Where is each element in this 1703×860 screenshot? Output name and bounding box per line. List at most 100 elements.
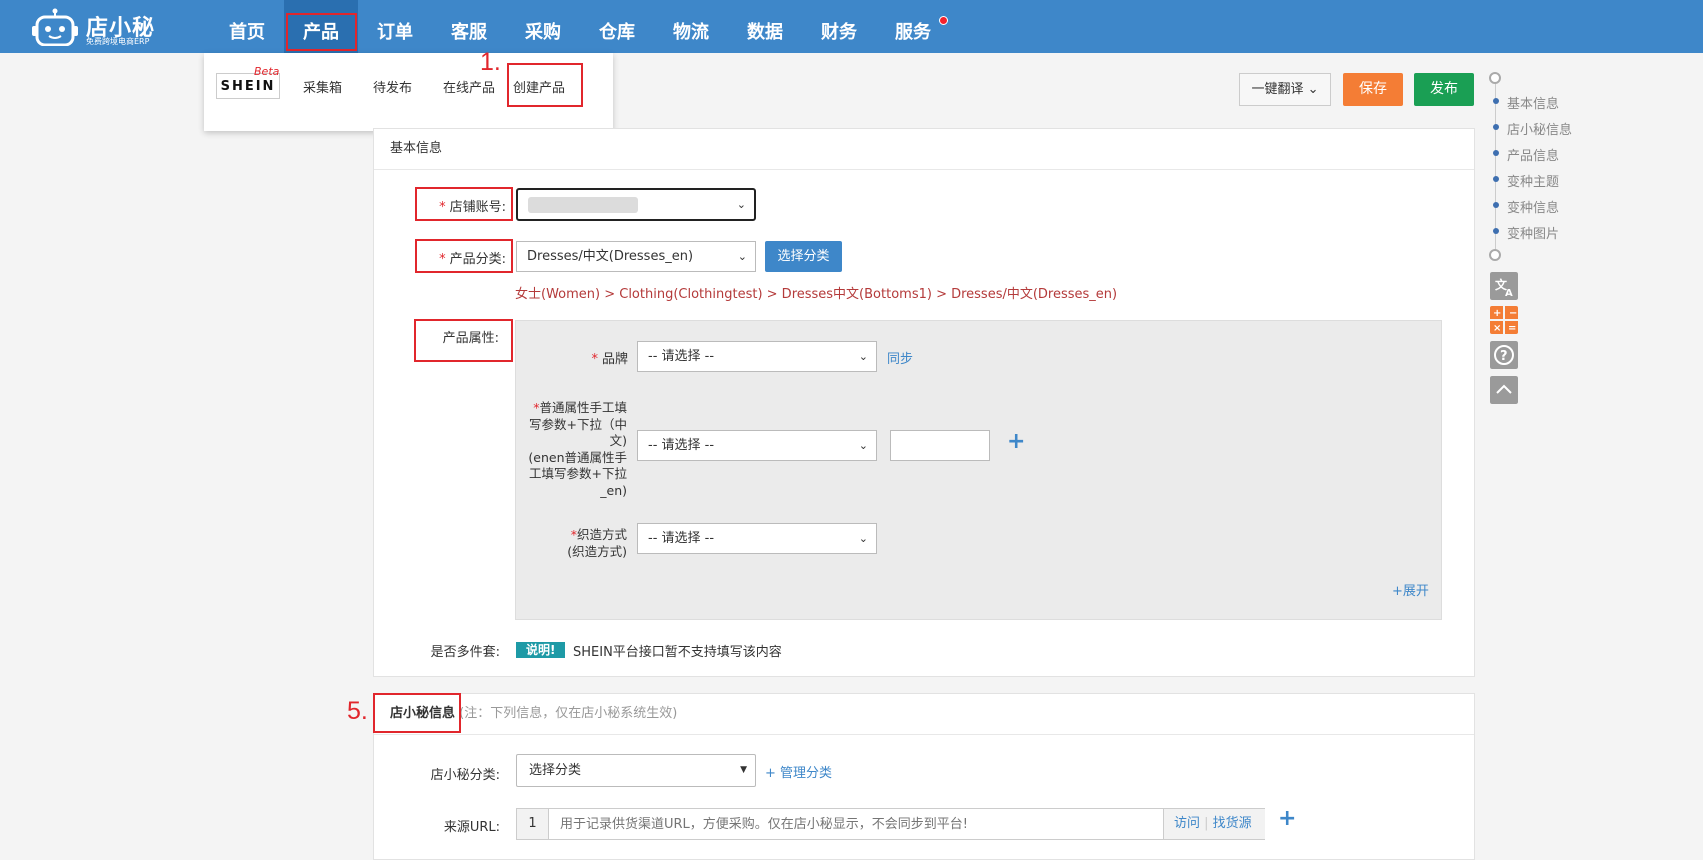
select-placeholder: -- 请选择 -- bbox=[648, 349, 715, 364]
common-attribute-label: *普通属性手工填 写参数+下拉（中 文) (enen普通属性手 工填写参数+下拉… bbox=[520, 400, 627, 499]
chevron-down-icon: ⌄ bbox=[858, 439, 868, 452]
top-nav-bar: 店小秘 免费跨境电商ERP 首页 产品 订单 客服 采购 仓库 物流 数据 财务… bbox=[0, 0, 1703, 53]
translate-tool-icon[interactable]: 文 A bbox=[1490, 272, 1518, 300]
find-source-link[interactable]: 找货源 bbox=[1213, 816, 1252, 831]
back-to-top-icon[interactable] bbox=[1490, 376, 1518, 404]
add-url-icon[interactable]: + bbox=[1278, 806, 1296, 831]
bullet-icon bbox=[1493, 150, 1499, 156]
nav-products[interactable]: 产品 bbox=[284, 0, 358, 53]
nav-purchase[interactable]: 采购 bbox=[506, 0, 580, 53]
source-url-input[interactable] bbox=[550, 809, 1163, 839]
category-breadcrumb: 女士(Women) > Clothing(Clothingtest) > Dre… bbox=[515, 287, 1118, 302]
caret-down-icon: ▼ bbox=[740, 765, 747, 775]
product-attributes-label: 产品属性: bbox=[442, 331, 499, 346]
notification-dot bbox=[939, 16, 948, 25]
bullet-icon bbox=[1493, 228, 1499, 234]
brand-label: * 品牌 bbox=[570, 348, 628, 367]
nav-data[interactable]: 数据 bbox=[728, 0, 802, 53]
bullet-icon bbox=[1493, 98, 1499, 104]
weave-method-label: *织造方式 (织造方式) bbox=[540, 526, 627, 560]
translate-button[interactable]: 一键翻译 ⌄ bbox=[1239, 73, 1331, 106]
svg-text:+: + bbox=[1493, 308, 1501, 319]
anchor-label: 变种主题 bbox=[1507, 175, 1560, 190]
menu-online-products[interactable]: 在线产品 bbox=[443, 77, 495, 96]
dxm-info-header: 店小秘信息 (注：下列信息，仅在店小秘系统生效) bbox=[374, 694, 1474, 735]
source-url-group: 1 访问 | 找货源 bbox=[516, 808, 1265, 840]
svg-text:?: ? bbox=[1500, 349, 1508, 364]
required-mark: * bbox=[439, 200, 446, 215]
category-select-value: Dresses/中文(Dresses_en) bbox=[527, 249, 694, 264]
publish-button[interactable]: 发布 bbox=[1414, 73, 1474, 106]
step-mark-5: 5. bbox=[347, 697, 368, 725]
common-attr-line-2: 写参数+下拉（中 bbox=[529, 416, 627, 432]
nav-home[interactable]: 首页 bbox=[210, 0, 284, 53]
products-dropdown: SHEIN Beta 采集箱 待发布 在线产品 创建产品 bbox=[204, 53, 613, 131]
menu-pending-publish[interactable]: 待发布 bbox=[373, 77, 412, 96]
choose-category-button[interactable]: 选择分类 bbox=[765, 241, 842, 272]
help-tool-icon[interactable]: ? bbox=[1490, 341, 1518, 369]
translate-label: 一键翻译 bbox=[1251, 82, 1304, 97]
url-actions: 访问 | 找货源 bbox=[1163, 809, 1265, 839]
anchor-label: 变种图片 bbox=[1507, 227, 1560, 242]
source-url-label: 来源URL: bbox=[443, 820, 500, 835]
chevron-down-icon: ⌄ bbox=[736, 198, 746, 211]
brand-label-text: 品牌 bbox=[601, 352, 628, 367]
dxm-category-select[interactable]: 选择分类 ▼ bbox=[516, 754, 756, 787]
step-mark-1: 1. bbox=[480, 48, 501, 76]
common-attr-line-6: _en) bbox=[600, 482, 627, 498]
select-placeholder: -- 请选择 -- bbox=[648, 438, 715, 453]
anchor-label: 变种信息 bbox=[1507, 201, 1560, 216]
nav-orders[interactable]: 订单 bbox=[358, 0, 432, 53]
highlight-box bbox=[286, 13, 357, 51]
sync-link[interactable]: 同步 bbox=[887, 348, 913, 367]
save-button[interactable]: 保存 bbox=[1343, 73, 1403, 106]
common-attribute-select[interactable]: -- 请选择 -- ⌄ bbox=[637, 430, 877, 461]
anchor-top-ring bbox=[1489, 72, 1501, 84]
product-category-select[interactable]: Dresses/中文(Dresses_en) ⌄ bbox=[516, 241, 756, 272]
product-category-label: * 产品分类: bbox=[420, 248, 506, 267]
bullet-icon bbox=[1493, 176, 1499, 182]
select-placeholder: -- 请选择 -- bbox=[648, 531, 715, 546]
weave-label-line-2: (织造方式) bbox=[567, 544, 627, 559]
expand-link[interactable]: +展开 bbox=[1392, 580, 1429, 599]
calculator-tool-icon[interactable]: + − × = bbox=[1490, 306, 1518, 334]
brand-select[interactable]: -- 请选择 -- ⌄ bbox=[637, 341, 877, 372]
logo[interactable]: 店小秘 免费跨境电商ERP bbox=[30, 4, 160, 48]
dxm-category-label: 店小秘分类: bbox=[430, 768, 500, 783]
chevron-down-icon: ⌄ bbox=[858, 350, 868, 363]
add-icon[interactable]: + bbox=[1007, 429, 1025, 454]
anchor-label: 店小秘信息 bbox=[1507, 123, 1573, 138]
nav-logistics[interactable]: 物流 bbox=[654, 0, 728, 53]
multi-piece-note: SHEIN平台接口暂不支持填写该内容 bbox=[573, 645, 782, 660]
highlight-box bbox=[373, 693, 461, 733]
manage-category-link[interactable]: + 管理分类 bbox=[765, 762, 832, 781]
common-attr-line-5: 工填写参数+下拉 bbox=[529, 466, 627, 481]
logo-tagline: 免费跨境电商ERP bbox=[86, 37, 150, 46]
anchor-bottom-ring bbox=[1489, 249, 1501, 261]
bullet-icon bbox=[1493, 124, 1499, 130]
anchor-label: 基本信息 bbox=[1507, 97, 1560, 112]
weave-method-select[interactable]: -- 请选择 -- ⌄ bbox=[637, 523, 877, 554]
divider: | bbox=[1204, 816, 1213, 831]
shop-account-select[interactable]: ⌄ bbox=[516, 188, 756, 221]
nav-services-label: 服务 bbox=[895, 22, 931, 43]
bullet-icon bbox=[1493, 202, 1499, 208]
product-category-label-text: 产品分类: bbox=[449, 252, 506, 267]
nav-finance[interactable]: 财务 bbox=[802, 0, 876, 53]
nav-warehouse[interactable]: 仓库 bbox=[580, 0, 654, 53]
common-attr-line-1: *普通属性手工填 bbox=[533, 400, 627, 415]
beta-label: Beta bbox=[254, 65, 280, 78]
common-attribute-input[interactable] bbox=[890, 430, 990, 461]
shop-account-label-text: 店铺账号: bbox=[449, 200, 506, 215]
anchor-label: 产品信息 bbox=[1507, 149, 1560, 164]
common-attr-line-3: 文) bbox=[609, 433, 627, 448]
nav-services[interactable]: 服务 bbox=[876, 0, 950, 53]
main-nav: 首页 产品 订单 客服 采购 仓库 物流 数据 财务 服务 bbox=[210, 0, 950, 53]
required-mark: * bbox=[439, 252, 446, 267]
menu-collection-box[interactable]: 采集箱 bbox=[303, 77, 342, 96]
dxm-category-value: 选择分类 bbox=[529, 763, 582, 778]
visit-link[interactable]: 访问 bbox=[1174, 816, 1200, 831]
nav-service[interactable]: 客服 bbox=[432, 0, 506, 53]
highlight-box bbox=[507, 63, 583, 107]
chevron-down-icon: ⌄ bbox=[1307, 82, 1319, 97]
